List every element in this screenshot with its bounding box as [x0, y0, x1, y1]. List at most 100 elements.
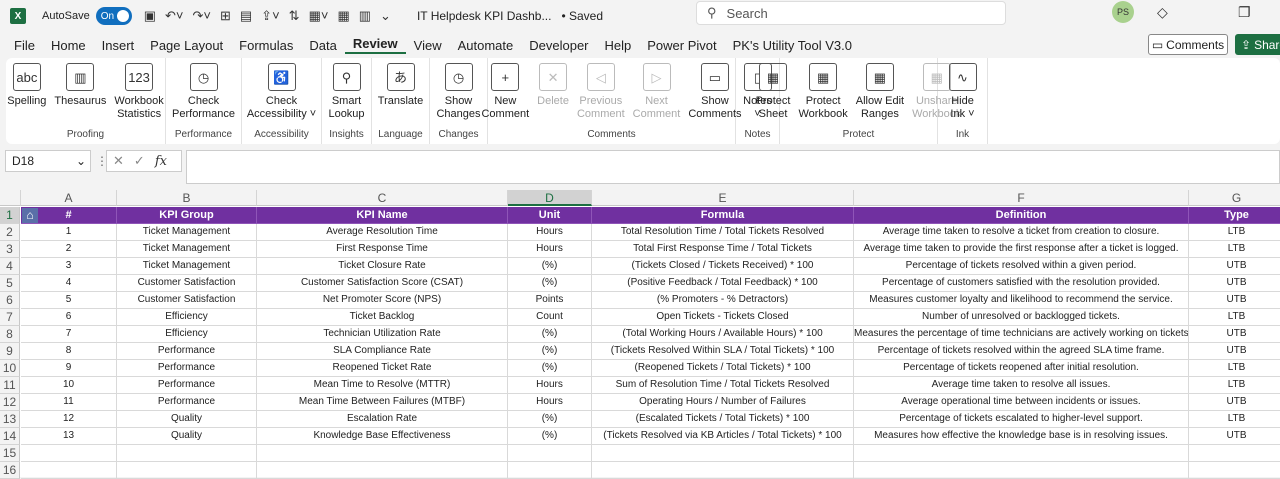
table-cell[interactable]: Percentage of customers satisfied with t…: [854, 275, 1189, 292]
table-header-cell[interactable]: Unit: [508, 207, 592, 224]
table-cell[interactable]: UTB: [1189, 343, 1280, 360]
enter-icon[interactable]: ✓: [134, 153, 145, 169]
table-cell[interactable]: (%): [508, 428, 592, 445]
table-cell[interactable]: Operating Hours / Number of Failures: [592, 394, 854, 411]
table-cell[interactable]: 13: [21, 428, 117, 445]
share-button[interactable]: ⇪ Share: [1235, 34, 1280, 55]
table-cell[interactable]: (%): [508, 275, 592, 292]
table-cell[interactable]: UTB: [1189, 428, 1280, 445]
table-cell[interactable]: LTB: [1189, 377, 1280, 394]
table-cell[interactable]: Ticket Closure Rate: [257, 258, 508, 275]
table-cell[interactable]: 8: [21, 343, 117, 360]
grid-icon[interactable]: ▦: [337, 8, 349, 24]
export-icon[interactable]: ⇪˅: [261, 8, 279, 24]
calculator-icon[interactable]: ▦˅: [309, 8, 329, 24]
table-cell[interactable]: 12: [21, 411, 117, 428]
table-cell[interactable]: Open Tickets - Tickets Closed: [592, 309, 854, 326]
row-header-14[interactable]: 14: [0, 428, 20, 445]
user-avatar[interactable]: PS: [1112, 1, 1134, 23]
empty-cell[interactable]: [592, 462, 854, 479]
restore-window-icon[interactable]: ❐: [1238, 4, 1251, 21]
cancel-icon[interactable]: ✕: [113, 153, 124, 169]
table-cell[interactable]: Performance: [117, 394, 257, 411]
table-cell[interactable]: (Reopened Tickets / Total Tickets) * 100: [592, 360, 854, 377]
empty-cell[interactable]: [257, 462, 508, 479]
column-header-b[interactable]: B: [117, 190, 257, 206]
row-header-5[interactable]: 5: [0, 275, 20, 292]
table-header-cell[interactable]: KPI Group: [117, 207, 257, 224]
comments-button[interactable]: ▭ Comments: [1148, 34, 1228, 55]
menu-review[interactable]: Review: [344, 36, 406, 54]
table-cell[interactable]: Quality: [117, 411, 257, 428]
table-cell[interactable]: 7: [21, 326, 117, 343]
search-box[interactable]: ⚲ Search: [696, 1, 1006, 25]
menu-help[interactable]: Help: [597, 38, 640, 53]
table-cell[interactable]: (Escalated Tickets / Total Tickets) * 10…: [592, 411, 854, 428]
table-cell[interactable]: Ticket Backlog: [257, 309, 508, 326]
table-cell[interactable]: Hours: [508, 241, 592, 258]
row-header-1[interactable]: 1: [0, 207, 20, 224]
table-cell[interactable]: LTB: [1189, 309, 1280, 326]
menu-file[interactable]: File: [0, 38, 43, 53]
menu-insert[interactable]: Insert: [94, 38, 143, 53]
table-cell[interactable]: 3: [21, 258, 117, 275]
column-header-c[interactable]: C: [257, 190, 508, 206]
column-header-e[interactable]: E: [592, 190, 854, 206]
table-cell[interactable]: Average time taken to resolve all issues…: [854, 377, 1189, 394]
name-box[interactable]: D18 ⌄: [5, 150, 91, 172]
table-cell[interactable]: 2: [21, 241, 117, 258]
redo-icon[interactable]: ↷˅: [192, 8, 210, 24]
table-cell[interactable]: Total First Response Time / Total Ticket…: [592, 241, 854, 258]
table-cell[interactable]: SLA Compliance Rate: [257, 343, 508, 360]
table-cell[interactable]: UTB: [1189, 258, 1280, 275]
menu-page-layout[interactable]: Page Layout: [142, 38, 231, 53]
table-cell[interactable]: First Response Time: [257, 241, 508, 258]
table-cell[interactable]: Average Resolution Time: [257, 224, 508, 241]
menu-power-pivot[interactable]: Power Pivot: [639, 38, 724, 53]
table-cell[interactable]: 4: [21, 275, 117, 292]
menu-data[interactable]: Data: [301, 38, 344, 53]
table-cell[interactable]: Quality: [117, 428, 257, 445]
table-cell[interactable]: Percentage of tickets resolved within th…: [854, 343, 1189, 360]
table-cell[interactable]: 6: [21, 309, 117, 326]
table-cell[interactable]: Total Resolution Time / Total Tickets Re…: [592, 224, 854, 241]
table-icon[interactable]: ▤: [240, 8, 252, 24]
row-header-6[interactable]: 6: [0, 292, 20, 309]
menu-utility-tool[interactable]: PK's Utility Tool V3.0: [725, 38, 860, 53]
customize-qat-icon[interactable]: ⌄: [380, 8, 391, 24]
print-icon[interactable]: ▥: [359, 8, 371, 24]
table-cell[interactable]: (Positive Feedback / Total Feedback) * 1…: [592, 275, 854, 292]
empty-cell[interactable]: [117, 445, 257, 462]
table-cell[interactable]: Reopened Ticket Rate: [257, 360, 508, 377]
table-cell[interactable]: (%): [508, 360, 592, 377]
table-cell[interactable]: Hours: [508, 394, 592, 411]
table-cell[interactable]: 11: [21, 394, 117, 411]
table-cell[interactable]: 9: [21, 360, 117, 377]
table-cell[interactable]: Number of unresolved or backlogged ticke…: [854, 309, 1189, 326]
table-cell[interactable]: Customer Satisfaction: [117, 292, 257, 309]
row-header-7[interactable]: 7: [0, 309, 20, 326]
table-cell[interactable]: (Tickets Resolved via KB Articles / Tota…: [592, 428, 854, 445]
table-cell[interactable]: Performance: [117, 343, 257, 360]
table-cell[interactable]: Performance: [117, 360, 257, 377]
table-cell[interactable]: Hours: [508, 377, 592, 394]
table-header-cell[interactable]: Definition: [854, 207, 1189, 224]
table-cell[interactable]: Knowledge Base Effectiveness: [257, 428, 508, 445]
empty-cell[interactable]: [854, 462, 1189, 479]
row-header-16[interactable]: 16: [0, 462, 20, 479]
table-cell[interactable]: Ticket Management: [117, 241, 257, 258]
empty-cell[interactable]: [854, 445, 1189, 462]
column-header-d[interactable]: D: [508, 190, 592, 206]
sort-icon[interactable]: ⇅: [289, 8, 300, 24]
select-all-corner[interactable]: [0, 190, 21, 206]
table-cell[interactable]: Points: [508, 292, 592, 309]
table-cell[interactable]: (Tickets Closed / Tickets Received) * 10…: [592, 258, 854, 275]
row-header-4[interactable]: 4: [0, 258, 20, 275]
insert-function-button[interactable]: fx: [155, 154, 167, 169]
row-header-3[interactable]: 3: [0, 241, 20, 258]
table-cell[interactable]: (Tickets Resolved Within SLA / Total Tic…: [592, 343, 854, 360]
empty-cell[interactable]: [21, 445, 117, 462]
table-cell[interactable]: Average time taken to resolve a ticket f…: [854, 224, 1189, 241]
chevron-down-icon[interactable]: ⌄: [76, 154, 86, 168]
column-header-f[interactable]: F: [854, 190, 1189, 206]
